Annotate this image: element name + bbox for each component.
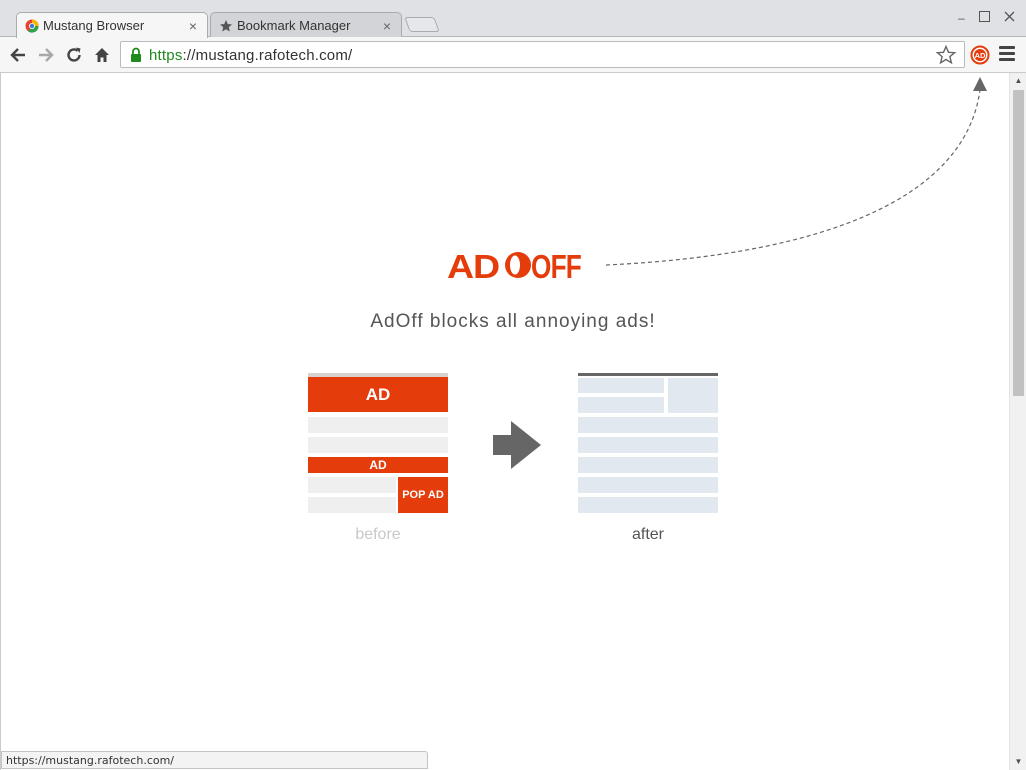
pop-ad-block: POP AD bbox=[398, 477, 448, 513]
tab-bookmark-manager[interactable]: Bookmark Manager × bbox=[210, 12, 402, 38]
vertical-scrollbar[interactable]: ▲ ▼ bbox=[1009, 73, 1026, 770]
arrow-right-icon bbox=[493, 421, 541, 474]
reload-icon[interactable] bbox=[64, 45, 84, 65]
content-line bbox=[578, 477, 718, 493]
new-tab-button[interactable] bbox=[404, 17, 440, 32]
browser-toolbar: https://mustang.rafotech.com/ AD bbox=[0, 37, 1026, 73]
forward-icon[interactable] bbox=[36, 45, 56, 65]
url-text: https://mustang.rafotech.com/ bbox=[149, 47, 352, 64]
after-illustration bbox=[578, 373, 718, 513]
scrollbar-thumb[interactable] bbox=[1013, 90, 1024, 396]
after-top-rule bbox=[578, 373, 718, 376]
ad-banner-mid: AD bbox=[308, 457, 448, 473]
home-icon[interactable] bbox=[92, 45, 112, 65]
tagline: AdOff blocks all annoying ads! bbox=[370, 311, 656, 332]
content-block bbox=[668, 378, 718, 413]
content-line bbox=[308, 417, 448, 433]
star-icon bbox=[219, 19, 233, 33]
mustang-logo-icon bbox=[25, 19, 39, 33]
before-label: before bbox=[355, 526, 401, 543]
content-line bbox=[308, 497, 396, 513]
content-line bbox=[578, 417, 718, 433]
ad-banner-top: AD bbox=[308, 377, 448, 412]
content-line bbox=[308, 477, 396, 493]
bookmark-star-icon[interactable] bbox=[935, 44, 957, 70]
adoff-logo: AD OFF bbox=[447, 248, 582, 285]
content-line bbox=[578, 397, 664, 413]
svg-text:AD: AD bbox=[975, 51, 986, 60]
tab-label: Bookmark Manager bbox=[237, 18, 351, 33]
tab-mustang-browser[interactable]: Mustang Browser × bbox=[16, 12, 208, 38]
minimize-icon[interactable]: – bbox=[958, 11, 965, 25]
logo-text-ad: AD bbox=[447, 251, 499, 279]
content-line bbox=[578, 457, 718, 473]
content-line bbox=[578, 437, 718, 453]
adoff-extension-icon[interactable]: AD bbox=[970, 45, 990, 65]
tab-close-icon[interactable]: × bbox=[383, 18, 391, 34]
maximize-icon[interactable] bbox=[979, 11, 990, 25]
content-line bbox=[578, 497, 718, 513]
tab-strip: Mustang Browser × Bookmark Manager × – bbox=[0, 0, 1026, 38]
address-bar[interactable]: https://mustang.rafotech.com/ bbox=[120, 41, 965, 68]
lock-icon bbox=[129, 47, 143, 68]
tab-label: Mustang Browser bbox=[43, 18, 145, 33]
menu-icon[interactable] bbox=[999, 46, 1015, 62]
url-scheme: https bbox=[149, 47, 183, 64]
after-label: after bbox=[631, 526, 664, 543]
scroll-down-icon[interactable]: ▼ bbox=[1010, 754, 1026, 770]
tab-close-icon[interactable]: × bbox=[189, 18, 197, 34]
url-rest: ://mustang.rafotech.com/ bbox=[182, 47, 353, 64]
scroll-up-icon[interactable]: ▲ bbox=[1010, 73, 1026, 89]
before-illustration: AD AD POP AD bbox=[308, 373, 448, 513]
content-line bbox=[308, 437, 448, 453]
content-line bbox=[578, 378, 664, 393]
back-icon[interactable] bbox=[8, 45, 28, 65]
close-window-icon[interactable] bbox=[1004, 11, 1015, 25]
logo-text-off: OFF bbox=[531, 251, 581, 279]
status-bar: https://mustang.rafotech.com/ bbox=[1, 751, 428, 769]
